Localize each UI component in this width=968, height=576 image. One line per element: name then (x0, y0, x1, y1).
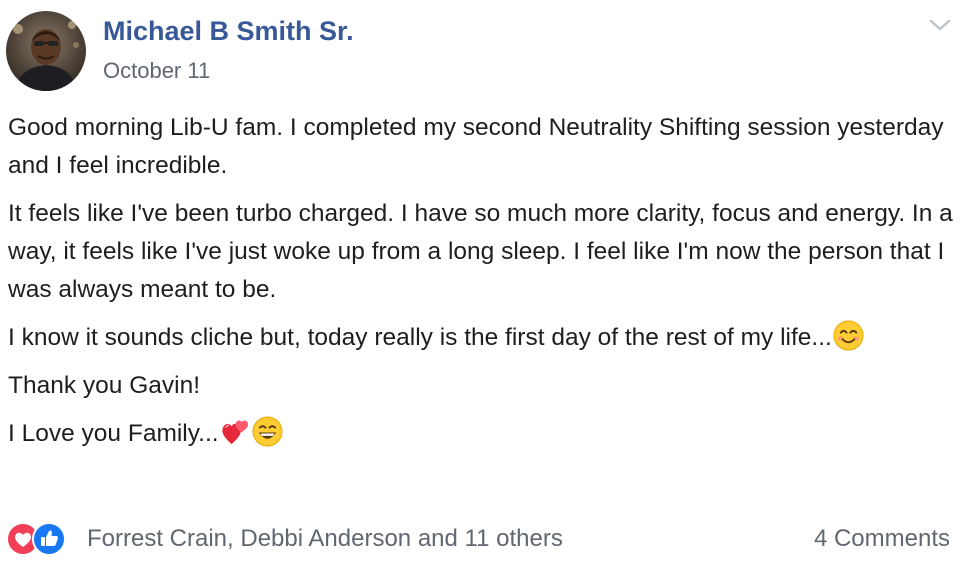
paragraph-text: Thank you Gavin! (8, 372, 201, 399)
grinning-face-emoji (252, 416, 283, 447)
facebook-post: Michael B Smith Sr. October 11 Good morn… (0, 0, 968, 576)
post-options-button[interactable] (924, 14, 956, 38)
paragraph-text: Good morning Lib-U fam. I completed my s… (8, 114, 944, 179)
comments-count-link[interactable]: 4 Comments (814, 522, 950, 556)
author-name-link[interactable]: Michael B Smith Sr. (103, 16, 354, 47)
post-paragraph: I know it sounds cliche but, today reall… (8, 319, 958, 357)
avatar-photo (6, 11, 86, 91)
chevron-down-icon (929, 19, 951, 31)
post-date-link[interactable]: October 11 (103, 58, 210, 84)
like-reaction-icon (32, 522, 66, 556)
post-paragraph: It feels like I've been turbo charged. I… (8, 195, 958, 309)
post-paragraph: Good morning Lib-U fam. I completed my s… (8, 109, 958, 185)
paragraph-text: It feels like I've been turbo charged. I… (8, 200, 953, 303)
post-paragraph: Thank you Gavin! (8, 367, 958, 405)
two-hearts-emoji (221, 420, 248, 445)
post-body: Good morning Lib-U fam. I completed my s… (8, 109, 958, 463)
paragraph-text: I Love you Family... (8, 420, 219, 447)
author-avatar[interactable] (6, 11, 86, 91)
post-paragraph: I Love you Family... (8, 415, 958, 453)
smiling-face-emoji (833, 320, 864, 351)
paragraph-text: I know it sounds cliche but, today reall… (8, 324, 832, 351)
reaction-names-link[interactable]: Forrest Crain, Debbi Anderson and 11 oth… (87, 522, 563, 556)
